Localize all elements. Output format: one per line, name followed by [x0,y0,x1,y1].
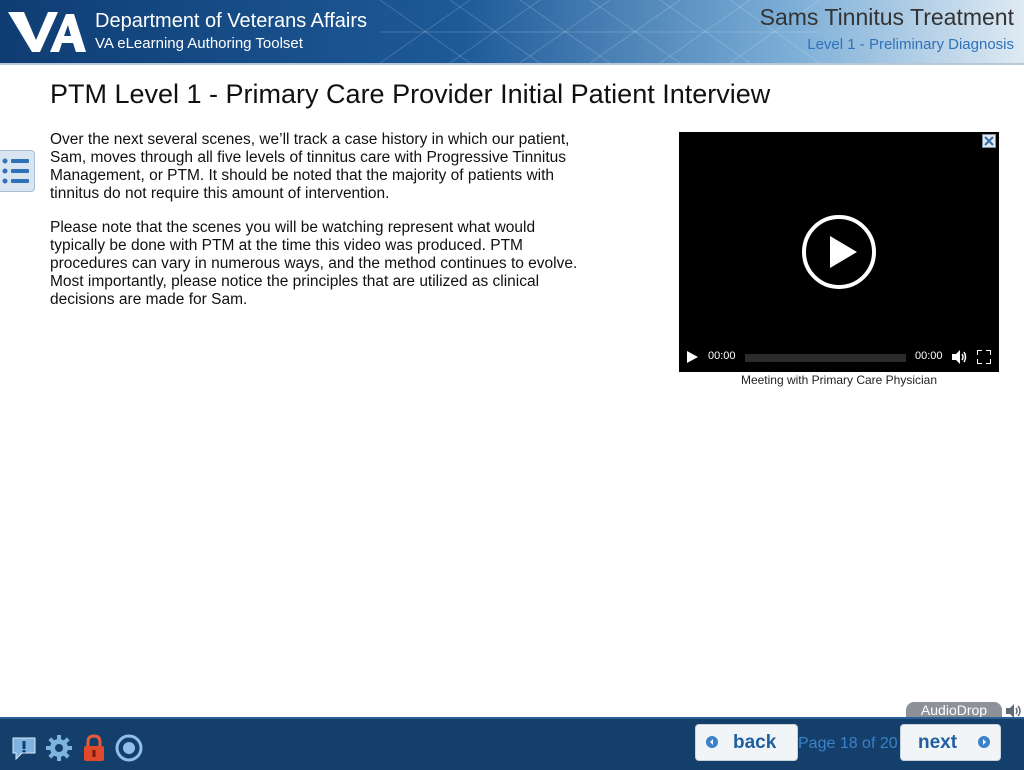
play-button-icon[interactable] [686,351,698,363]
page-title: PTM Level 1 - Primary Care Provider Init… [50,79,771,109]
help-icon[interactable] [10,734,38,762]
organization-title: Department of Veterans Affairs [95,10,368,32]
footer-bar: back Page 18 of 20 next [0,717,1024,770]
paragraph-note: Please note that the scenes you will be … [50,219,578,308]
page-indicator: Page 18 of 20 [798,735,898,752]
menu-toggle-button[interactable] [0,150,35,192]
back-label: back [733,732,777,753]
settings-icon[interactable] [45,734,73,762]
next-label: next [918,732,958,753]
video-caption: Meeting with Primary Care Physician [740,373,938,387]
next-button[interactable]: next [900,724,1001,761]
toolset-subtitle: VA eLearning Authoring Toolset [95,35,303,52]
header-divider [0,63,1024,65]
target-icon[interactable] [115,734,143,762]
list-icon [2,158,29,184]
back-button[interactable]: back [695,724,798,761]
fullscreen-icon[interactable] [977,350,991,364]
chevron-right-icon [978,736,990,748]
video-player[interactable]: 00:00 00:00 [679,132,999,372]
duration-time: 00:00 [915,350,943,362]
va-logo [8,12,86,52]
video-controls: 00:00 00:00 [679,342,999,372]
course-level: Level 1 - Preliminary Diagnosis [807,36,1014,53]
lock-icon[interactable] [80,734,108,762]
video-progress-bar[interactable] [745,354,906,362]
content-text: Over the next several scenes, we’ll trac… [50,131,590,325]
volume-icon[interactable] [952,350,968,364]
current-time: 00:00 [708,350,736,362]
play-icon[interactable] [801,214,877,290]
close-icon[interactable] [982,134,996,148]
course-title: Sams Tinnitus Treatment [759,4,1014,30]
paragraph-intro: Over the next several scenes, we’ll trac… [50,131,570,202]
chevron-left-icon [706,736,718,748]
header-banner: Department of Veterans Affairs VA eLearn… [0,0,1024,63]
